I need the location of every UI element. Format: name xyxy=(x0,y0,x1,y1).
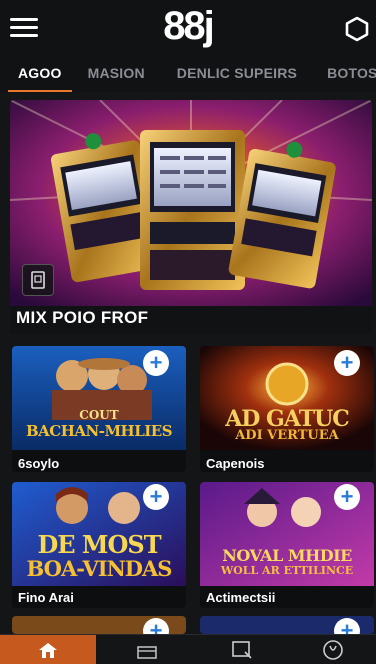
game-name: 6soylo xyxy=(18,456,60,471)
game-art-title-bottom: WOLL AR ETTILINCE xyxy=(220,564,354,577)
add-favorite-button[interactable]: + xyxy=(334,484,360,510)
hexagon-icon[interactable] xyxy=(344,16,370,42)
slot-machines-image xyxy=(10,100,372,306)
add-favorite-button[interactable]: + xyxy=(143,350,169,376)
tab-botos[interactable]: BOTOS xyxy=(319,56,376,92)
tab-denlic-supeirs[interactable]: DENLIC SUPEIRS xyxy=(169,56,305,92)
featured-banner[interactable]: MIX POIO FROF xyxy=(10,100,372,334)
game-art-title-top: DE MOST xyxy=(37,530,161,559)
game-name: Actimectsii xyxy=(206,590,276,605)
profile-icon xyxy=(323,640,343,660)
game-art-title-bottom: BOA-VINDAS xyxy=(26,556,173,581)
phone-icon[interactable] xyxy=(22,264,54,296)
add-favorite-button[interactable]: + xyxy=(143,484,169,510)
tab-masion[interactable]: MASION xyxy=(80,56,153,92)
gift-icon xyxy=(137,646,157,659)
banner-caption: MIX POIO FROF xyxy=(10,306,372,334)
game-art-title-bottom: ADI VERTUEA xyxy=(235,428,339,443)
game-art-title-top: COUT xyxy=(79,408,119,422)
game-art-title-bottom: BACHAN-MHLIES xyxy=(25,422,173,440)
nav-gifts[interactable] xyxy=(100,635,194,664)
category-tabs: AGOO MASION DENLIC SUPEIRS BOTOS xyxy=(0,56,376,92)
nav-chat[interactable] xyxy=(194,635,290,664)
game-name: Fino Arai xyxy=(18,590,74,605)
tab-agoo[interactable]: AGOO xyxy=(8,56,72,92)
add-favorite-button[interactable]: + xyxy=(334,350,360,376)
nav-profile[interactable] xyxy=(290,635,376,664)
home-icon xyxy=(39,643,57,658)
chat-icon xyxy=(232,641,252,659)
game-art-title-top: NOVAL MHDIE xyxy=(222,546,352,565)
app-screen: 88j AGOO MASION DENLIC SUPEIRS BOTOS MIX… xyxy=(0,0,376,664)
brand-logo[interactable]: 88j xyxy=(0,4,376,48)
bottom-navigation xyxy=(0,634,376,664)
nav-home[interactable] xyxy=(0,635,96,664)
game-name: Capenois xyxy=(206,456,265,471)
banner-title: MIX POIO FROF xyxy=(16,308,149,327)
top-header: 88j xyxy=(0,0,376,56)
